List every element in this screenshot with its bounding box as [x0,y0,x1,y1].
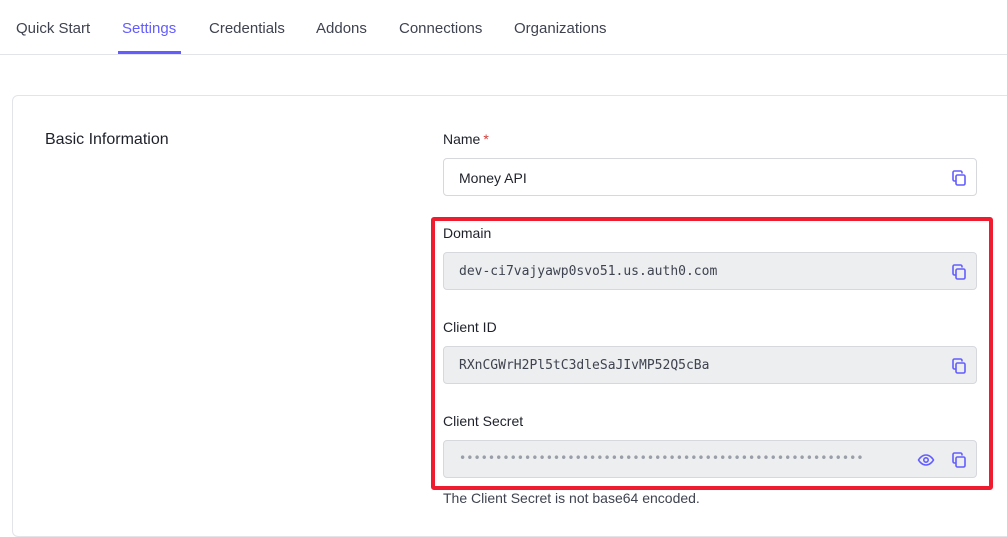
client-id-value: RXnCGWrH2Pl5tC3dleSaJIvMP52Q5cBa [459,358,710,373]
client-secret-field[interactable]: ••••••••••••••••••••••••••••••••••••••••… [443,440,977,478]
tab-addons[interactable]: Addons [316,20,367,37]
name-label-text: Name [443,131,481,147]
name-input-value[interactable]: Money API [459,170,527,186]
name-input[interactable]: Money API [443,158,977,196]
required-mark: * [483,131,489,147]
domain-label: Domain [443,225,492,241]
domain-value: dev-ci7vajyawp0svo51.us.auth0.com [459,264,718,279]
active-tab-indicator [118,51,181,54]
copy-icon[interactable] [950,451,968,469]
copy-icon[interactable] [950,169,968,187]
tab-organizations[interactable]: Organizations [514,20,607,37]
client-id-field[interactable]: RXnCGWrH2Pl5tC3dleSaJIvMP52Q5cBa [443,346,977,384]
section-title: Basic Information [45,131,169,148]
tab-connections[interactable]: Connections [399,20,482,37]
client-secret-helper: The Client Secret is not base64 encoded. [443,490,700,506]
tab-quick-start[interactable]: Quick Start [16,20,90,37]
copy-icon[interactable] [950,263,968,281]
client-id-label: Client ID [443,319,497,335]
name-label: Name * [443,131,489,147]
tab-settings[interactable]: Settings [122,20,176,37]
copy-icon[interactable] [950,357,968,375]
tab-bar: Quick Start Settings Credentials Addons … [0,0,1007,55]
eye-icon[interactable] [917,451,935,469]
client-secret-value: ••••••••••••••••••••••••••••••••••••••••… [459,451,864,465]
tab-credentials[interactable]: Credentials [209,20,285,37]
client-secret-label: Client Secret [443,413,524,429]
domain-field[interactable]: dev-ci7vajyawp0svo51.us.auth0.com [443,252,977,290]
